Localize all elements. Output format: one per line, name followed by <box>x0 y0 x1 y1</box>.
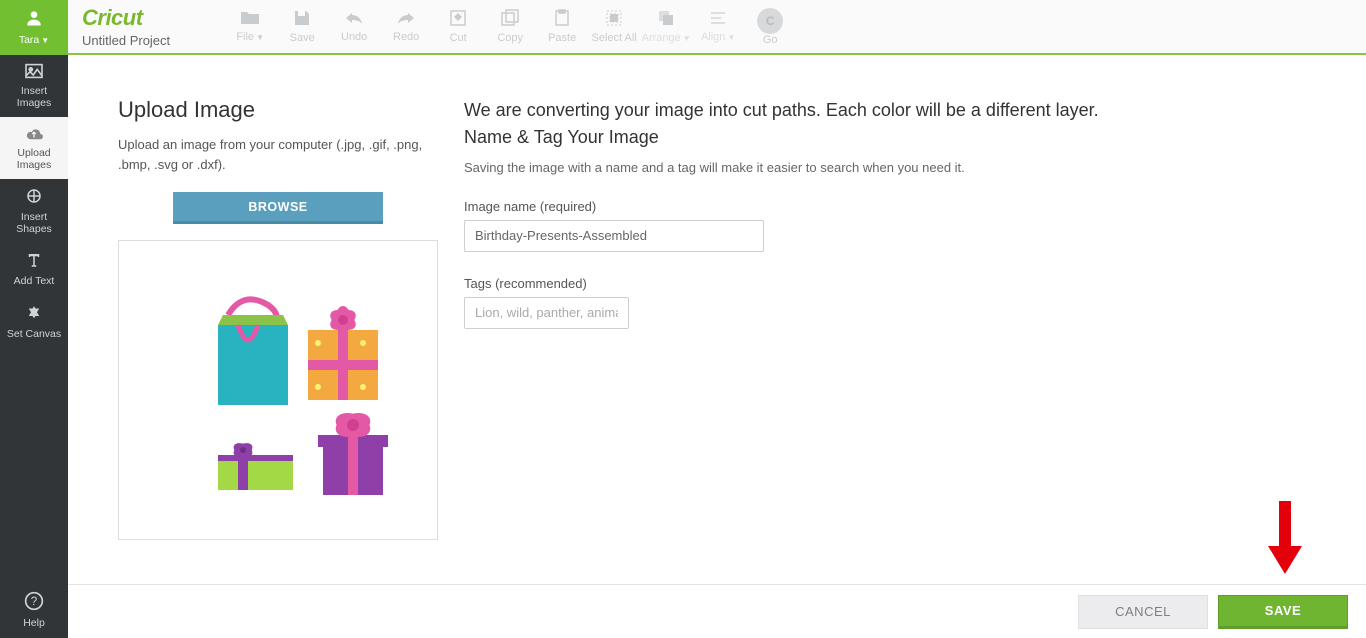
selectall-icon <box>605 9 623 30</box>
brand-logo: Cricut <box>82 5 170 31</box>
sidebar-label: Add Text <box>14 276 55 288</box>
tags-input[interactable] <box>464 297 629 329</box>
caret-icon: ▼ <box>41 36 49 45</box>
tool-label: Copy <box>497 32 523 44</box>
convert-heading: We are converting your image into cut pa… <box>464 97 1316 125</box>
nametag-subtext: Saving the image with a name and a tag w… <box>464 160 1316 175</box>
folder-icon <box>240 10 260 29</box>
tool-label: Select All <box>592 32 637 44</box>
tool-label: Undo <box>341 31 367 43</box>
svg-text:?: ? <box>31 596 38 609</box>
paste-icon <box>553 9 571 30</box>
sidebar-label: Set Canvas <box>7 329 61 341</box>
project-title: Untitled Project <box>82 33 170 48</box>
preview-artwork <box>163 275 393 505</box>
text-icon <box>24 251 44 272</box>
browse-button[interactable]: BROWSE <box>173 192 383 224</box>
footer: CANCEL SAVE <box>68 584 1366 638</box>
sidebar-upload-images[interactable]: Upload Images <box>0 117 68 179</box>
tool-redo[interactable]: Redo <box>380 8 432 46</box>
sidebar-insert-images[interactable]: Insert Images <box>0 55 68 117</box>
tags-label: Tags (recommended) <box>464 276 1316 291</box>
topbar: Cricut Untitled Project File▼ Save Undo … <box>68 0 1366 55</box>
tool-label: Save <box>290 32 315 44</box>
cut-icon <box>449 9 467 30</box>
sidebar-set-canvas[interactable]: Set Canvas <box>0 296 68 349</box>
content-pane: Upload Image Upload an image from your c… <box>68 57 1366 584</box>
sidebar: Tara▼ Insert Images Upload Images Insert… <box>0 0 68 638</box>
tool-selectall[interactable]: Select All <box>588 8 640 46</box>
tool-file[interactable]: File▼ <box>224 8 276 46</box>
sidebar-add-text[interactable]: Add Text <box>0 243 68 296</box>
image-name-label: Image name (required) <box>464 199 1316 214</box>
upload-panel: Upload Image Upload an image from your c… <box>118 97 438 540</box>
upload-desc: Upload an image from your computer (.jpg… <box>118 135 438 174</box>
tool-label: Cut <box>450 32 467 44</box>
tool-label: Go <box>763 34 778 46</box>
sidebar-user-label: Tara <box>19 34 39 46</box>
undo-icon <box>344 10 364 29</box>
tool-save[interactable]: Save <box>276 8 328 46</box>
sidebar-insert-shapes[interactable]: Insert Shapes <box>0 179 68 243</box>
tool-label: Paste <box>548 32 576 44</box>
name-tag-panel: We are converting your image into cut pa… <box>464 97 1316 540</box>
toolbar: File▼ Save Undo Redo Cut Copy Paste Sele… <box>224 8 796 46</box>
nametag-heading: Name & Tag Your Image <box>464 127 1316 148</box>
sidebar-label: Insert Shapes <box>16 212 52 235</box>
sidebar-help[interactable]: ? Help <box>0 583 68 638</box>
sidebar-label: Help <box>23 618 45 630</box>
cancel-button[interactable]: CANCEL <box>1078 595 1208 629</box>
sidebar-user[interactable]: Tara▼ <box>0 0 68 55</box>
arrange-icon <box>657 9 675 30</box>
tool-paste[interactable]: Paste <box>536 8 588 46</box>
tool-cut[interactable]: Cut <box>432 8 484 46</box>
image-name-input[interactable] <box>464 220 764 252</box>
tool-align[interactable]: Align▼ <box>692 8 744 46</box>
user-icon <box>24 8 44 31</box>
image-icon <box>24 63 44 82</box>
tool-arrange[interactable]: Arrange▼ <box>640 8 692 46</box>
shapes-icon <box>25 187 43 208</box>
tool-label: Redo <box>393 31 419 43</box>
canvas-icon <box>24 304 44 325</box>
image-preview <box>118 240 438 540</box>
redo-icon <box>396 10 416 29</box>
save-icon <box>293 9 311 30</box>
tool-undo[interactable]: Undo <box>328 8 380 46</box>
tool-copy[interactable]: Copy <box>484 8 536 46</box>
save-button[interactable]: SAVE <box>1218 595 1348 629</box>
go-icon: C <box>757 8 783 34</box>
help-icon: ? <box>24 591 44 614</box>
cloud-upload-icon <box>23 125 45 144</box>
tool-go[interactable]: CGo <box>744 8 796 46</box>
sidebar-label: Insert Images <box>17 86 51 109</box>
tool-label: File <box>236 31 254 43</box>
copy-icon <box>500 9 520 30</box>
tool-label: Arrange <box>642 32 681 44</box>
align-icon <box>709 10 727 29</box>
brand: Cricut Untitled Project <box>68 5 184 48</box>
sidebar-label: Upload Images <box>17 148 51 171</box>
tool-label: Align <box>701 31 725 43</box>
upload-title: Upload Image <box>118 97 438 123</box>
